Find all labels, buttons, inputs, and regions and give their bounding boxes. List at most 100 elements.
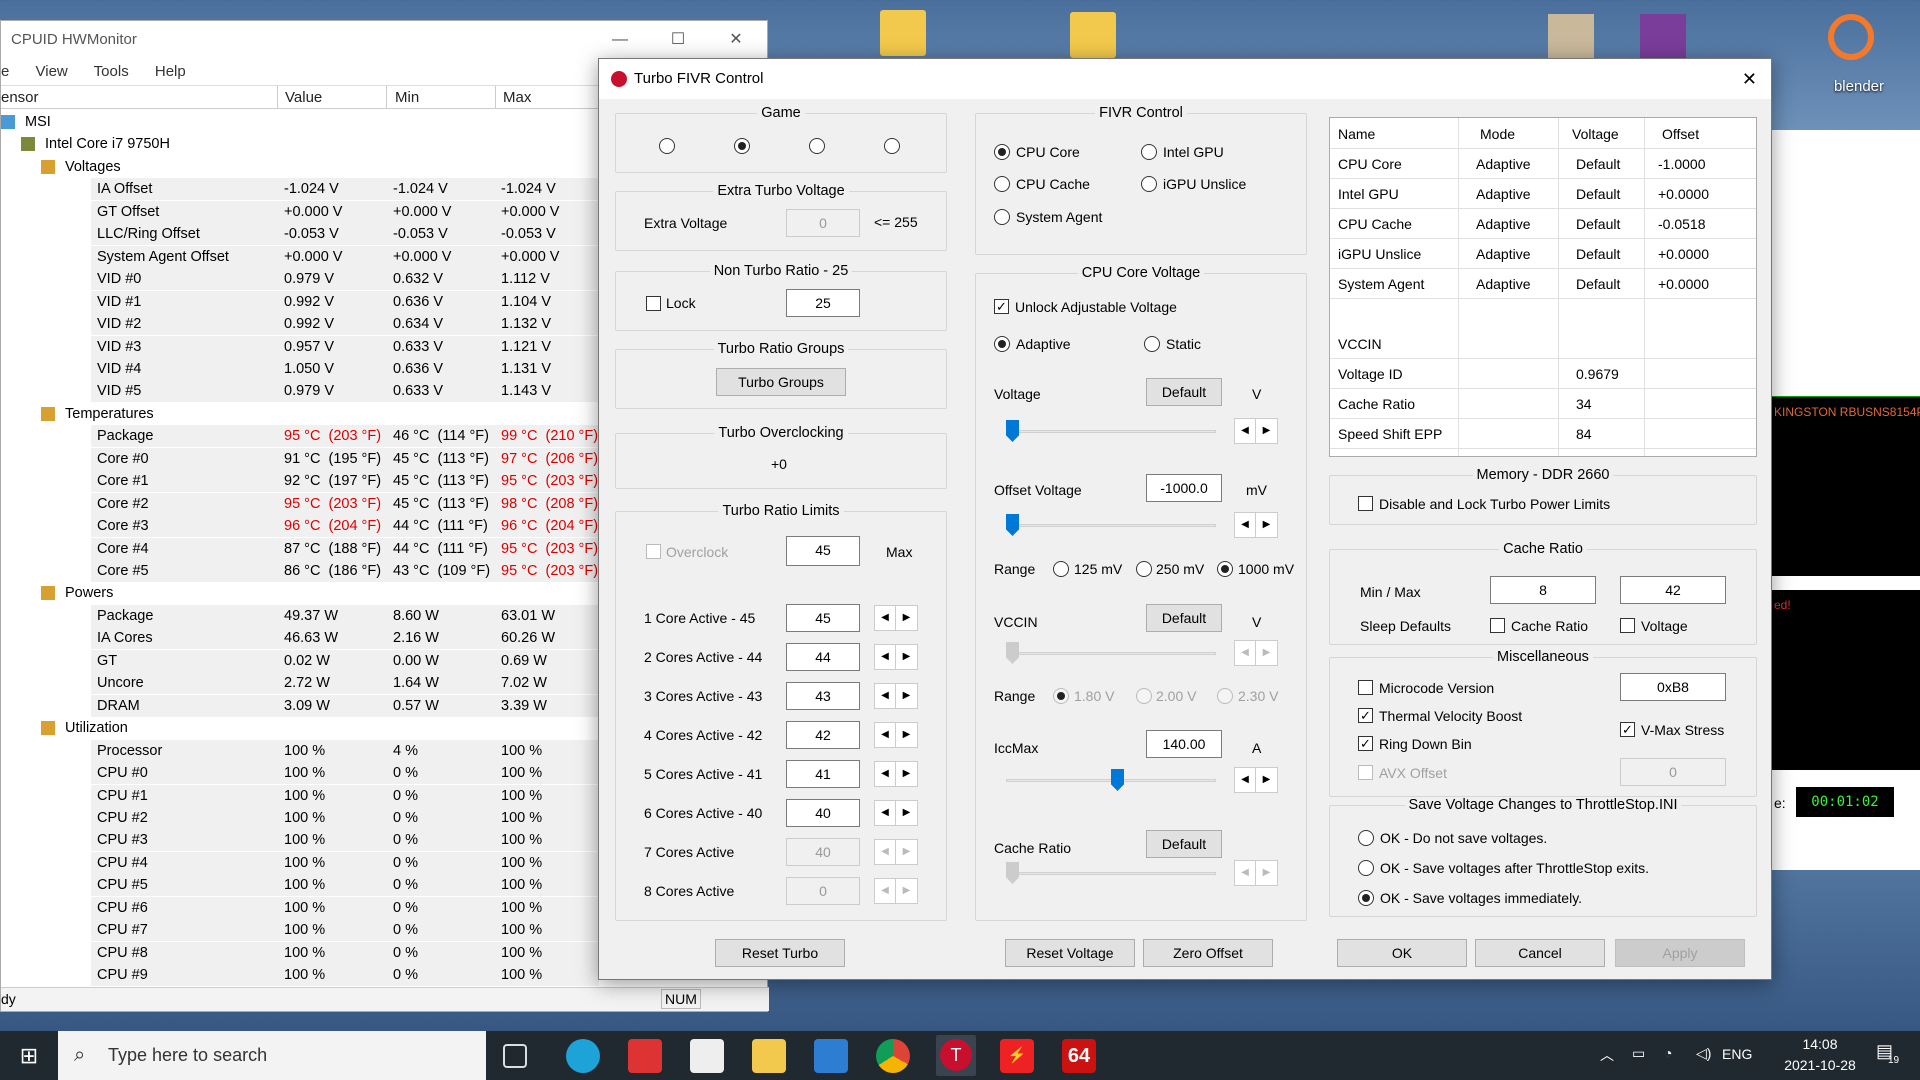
- cache-max-input[interactable]: 42: [1620, 576, 1726, 604]
- intel-gpu-radio[interactable]: [1141, 144, 1157, 160]
- col-sensor[interactable]: ensor: [1, 89, 39, 106]
- menu-tools[interactable]: Tools: [94, 63, 129, 80]
- language-indicator[interactable]: ENG: [1722, 1046, 1752, 1062]
- cancel-button[interactable]: Cancel: [1475, 939, 1605, 967]
- maximize-button[interactable]: ☐: [649, 21, 707, 59]
- cache-slider[interactable]: [1006, 862, 1019, 884]
- blender-icon[interactable]: blender: [1828, 14, 1884, 95]
- ratio-row-input[interactable]: 45: [786, 604, 860, 632]
- overclock-checkbox[interactable]: [646, 544, 661, 559]
- vccin-default-button[interactable]: Default: [1146, 604, 1222, 632]
- menu-view[interactable]: View: [36, 63, 68, 80]
- ratio-row-spinner[interactable]: ◀ ▶: [874, 722, 918, 748]
- igpu-unslice-radio[interactable]: [1141, 176, 1157, 192]
- start-button[interactable]: ⊞: [0, 1031, 58, 1080]
- iccmax-spinner[interactable]: ◀ ▶: [1234, 767, 1278, 793]
- game-radio-3[interactable]: [809, 138, 825, 154]
- ratio-row-input[interactable]: 42: [786, 721, 860, 749]
- ratio-row-input[interactable]: 40: [786, 799, 860, 827]
- ratio-row-spinner[interactable]: ◀ ▶: [874, 800, 918, 826]
- desktop-app-icon[interactable]: [1640, 14, 1686, 60]
- aida64-icon[interactable]: 64: [1062, 1039, 1096, 1073]
- vccin-range-180-radio[interactable]: [1053, 688, 1069, 704]
- save-option-now-radio[interactable]: [1358, 890, 1374, 906]
- app-icon[interactable]: ⚡: [1000, 1039, 1034, 1073]
- clock-time[interactable]: 14:08: [1790, 1036, 1850, 1052]
- ratio-row-spinner[interactable]: ◀ ▶: [874, 683, 918, 709]
- close-button[interactable]: ✕: [707, 21, 765, 59]
- tray-chevron-icon[interactable]: ︿: [1600, 1045, 1614, 1065]
- col-min[interactable]: Min: [395, 89, 419, 106]
- network-icon[interactable]: ◔: [1664, 1045, 1672, 1061]
- offset-voltage-input[interactable]: -1000.0: [1146, 474, 1222, 502]
- ratio-row-spinner[interactable]: ◀ ▶: [874, 605, 918, 631]
- ratio-row-input[interactable]: 41: [786, 760, 860, 788]
- static-radio[interactable]: [1144, 336, 1160, 352]
- ratio-row-spinner[interactable]: ◀ ▶: [874, 761, 918, 787]
- offset-spinner[interactable]: ◀ ▶: [1234, 512, 1278, 538]
- unlock-voltage-checkbox[interactable]: ✓: [994, 299, 1009, 314]
- sleep-voltage-checkbox[interactable]: [1620, 618, 1635, 633]
- iccmax-input[interactable]: 140.00: [1146, 730, 1222, 758]
- ratio-row-spinner[interactable]: ◀ ▶: [874, 644, 918, 670]
- ratio-row-input[interactable]: 44: [786, 643, 860, 671]
- store-icon[interactable]: [690, 1039, 724, 1073]
- game-radio-4[interactable]: [884, 138, 900, 154]
- ringdown-checkbox[interactable]: ✓: [1358, 736, 1373, 751]
- microcode-checkbox[interactable]: [1358, 680, 1373, 695]
- vccin-range-200-radio[interactable]: [1136, 688, 1152, 704]
- vccin-range-230-radio[interactable]: [1217, 688, 1233, 704]
- apply-button[interactable]: Apply: [1615, 939, 1745, 967]
- ratio-row-input[interactable]: 40: [786, 838, 860, 866]
- save-option-exit-radio[interactable]: [1358, 860, 1374, 876]
- sleep-cache-ratio-checkbox[interactable]: [1490, 618, 1505, 633]
- ratio-row-spinner[interactable]: ◀ ▶: [874, 878, 918, 904]
- vmax-checkbox[interactable]: ✓: [1620, 722, 1635, 737]
- disable-power-limits-checkbox[interactable]: [1358, 496, 1373, 511]
- cpu-core-radio[interactable]: [994, 144, 1010, 160]
- minimize-button[interactable]: —: [591, 21, 649, 59]
- volume-icon[interactable]: ◁): [1696, 1045, 1711, 1062]
- battery-icon[interactable]: ▭: [1632, 1045, 1645, 1062]
- col-value[interactable]: Value: [285, 89, 322, 106]
- range-250-radio[interactable]: [1136, 561, 1152, 577]
- cpu-cache-radio[interactable]: [994, 176, 1010, 192]
- app-icon[interactable]: [628, 1039, 662, 1073]
- menu-file[interactable]: e: [1, 63, 9, 80]
- voltage-default-button[interactable]: Default: [1146, 378, 1222, 406]
- col-max[interactable]: Max: [503, 89, 531, 106]
- edge-icon[interactable]: [566, 1039, 600, 1073]
- game-radio-2[interactable]: [734, 138, 750, 154]
- reset-voltage-button[interactable]: Reset Voltage: [1005, 939, 1135, 967]
- save-option-none-radio[interactable]: [1358, 830, 1374, 846]
- reset-turbo-button[interactable]: Reset Turbo: [715, 939, 845, 967]
- range-125-radio[interactable]: [1053, 561, 1069, 577]
- vccin-spinner[interactable]: ◀ ▶: [1234, 640, 1278, 666]
- ok-button[interactable]: OK: [1337, 939, 1467, 967]
- turbo-groups-button[interactable]: Turbo Groups: [716, 368, 846, 396]
- menu-help[interactable]: Help: [155, 63, 186, 80]
- cache-min-input[interactable]: 8: [1490, 576, 1596, 604]
- file-explorer-icon[interactable]: [752, 1039, 786, 1073]
- adaptive-radio[interactable]: [994, 336, 1010, 352]
- desktop-folder-icon[interactable]: [880, 10, 926, 56]
- ratio-row-input[interactable]: 0: [786, 877, 860, 905]
- offset-slider[interactable]: [1006, 514, 1019, 536]
- tvb-checkbox[interactable]: ✓: [1358, 708, 1373, 723]
- cache-spinner[interactable]: ◀ ▶: [1234, 860, 1278, 886]
- throttlestop-icon[interactable]: T: [936, 1035, 976, 1076]
- range-1000-radio[interactable]: [1217, 561, 1233, 577]
- iccmax-slider[interactable]: [1111, 769, 1124, 791]
- system-agent-radio[interactable]: [994, 209, 1010, 225]
- chrome-icon[interactable]: [876, 1039, 910, 1073]
- game-radio-1[interactable]: [659, 138, 675, 154]
- close-icon[interactable]: ✕: [1742, 59, 1757, 99]
- zero-offset-button[interactable]: Zero Offset: [1143, 939, 1273, 967]
- voltage-slider[interactable]: [1006, 420, 1019, 442]
- desktop-app-icon[interactable]: [1548, 14, 1594, 60]
- mail-icon[interactable]: [814, 1039, 848, 1073]
- vccin-slider[interactable]: [1006, 642, 1019, 664]
- task-view-icon[interactable]: [503, 1044, 527, 1068]
- non-turbo-input[interactable]: 25: [786, 289, 860, 317]
- ratio-row-input[interactable]: 43: [786, 682, 860, 710]
